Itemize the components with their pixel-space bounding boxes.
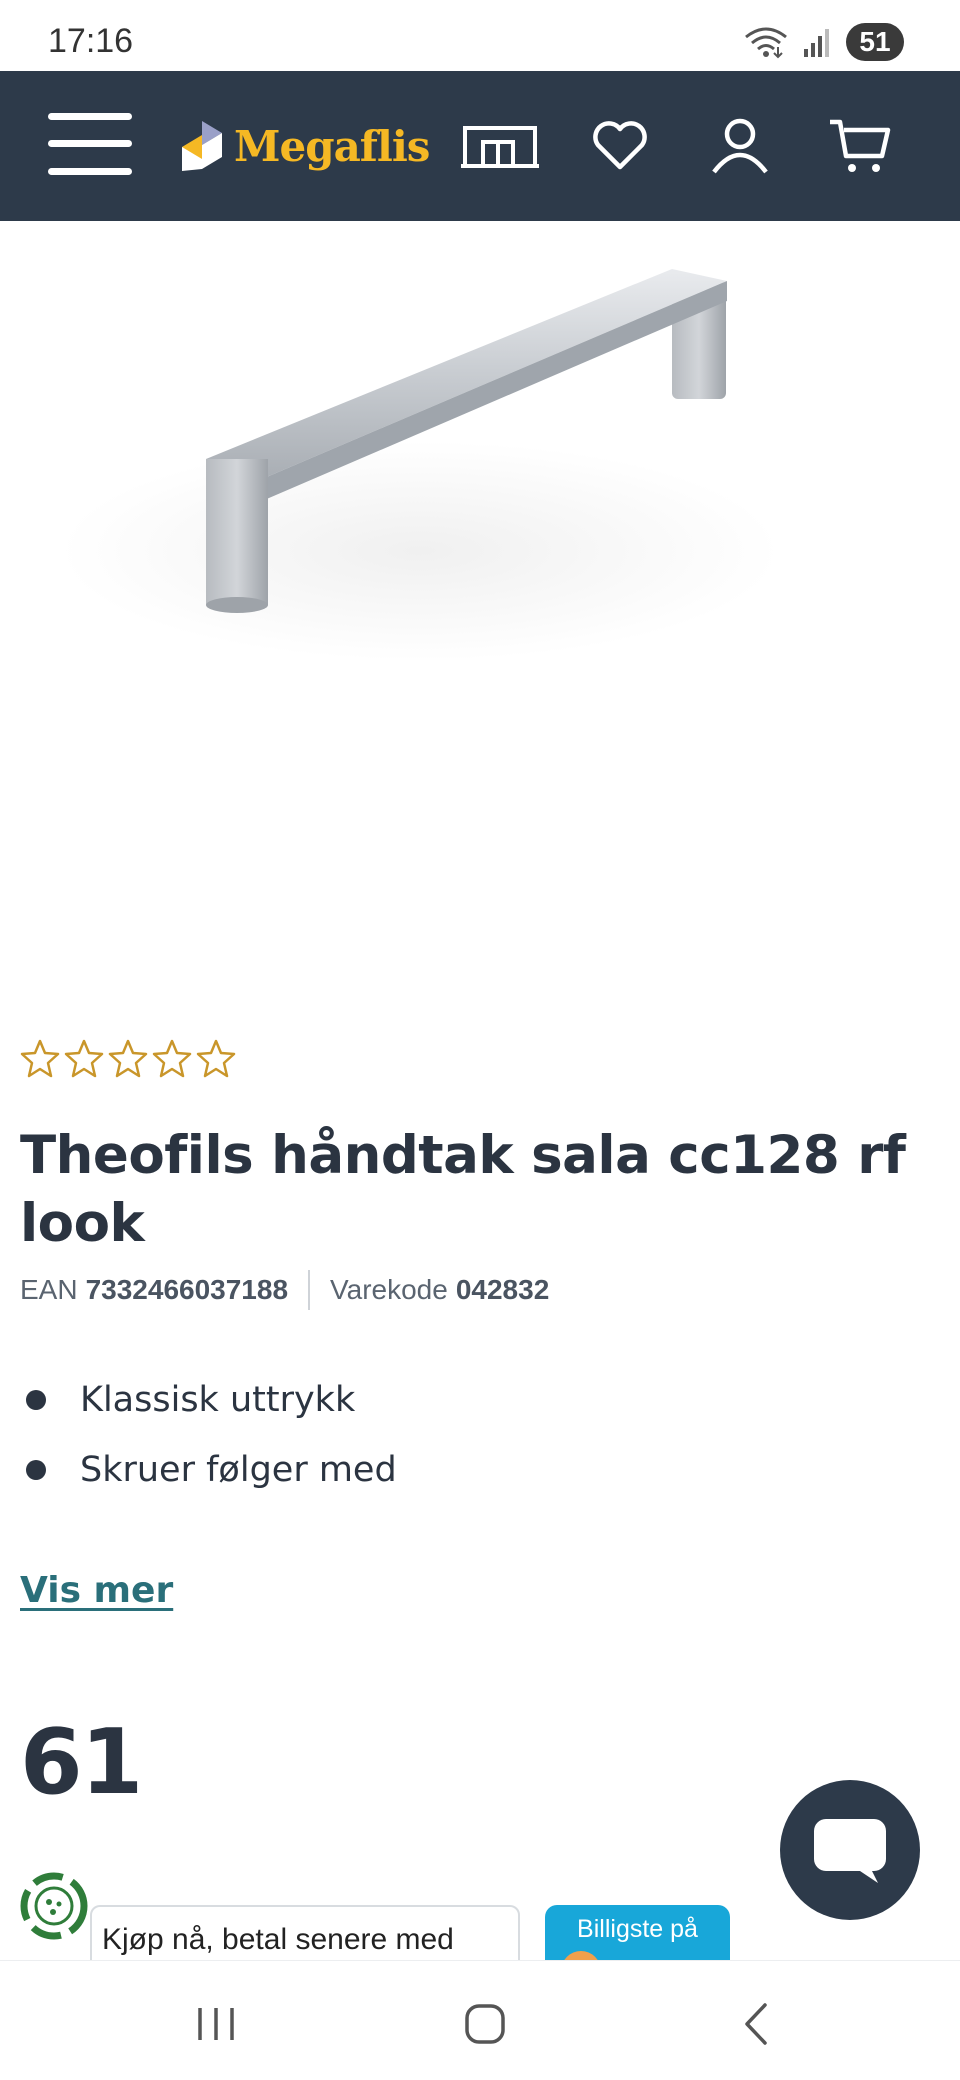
site-header: Megaflis (0, 71, 960, 221)
ean-value: 7332466037188 (85, 1274, 289, 1305)
list-item: Skruer følger med (20, 1435, 397, 1505)
battery-badge: 51 (846, 23, 904, 61)
system-nav-bar (0, 1960, 960, 2080)
cookie-settings-icon[interactable] (18, 1870, 90, 1942)
list-item: Klassisk uttrykk (20, 1365, 397, 1435)
star-icon (108, 1039, 148, 1078)
show-more-link[interactable]: Vis mer (20, 1570, 173, 1611)
user-icon[interactable] (700, 111, 780, 181)
feature-text: Skruer følger med (80, 1450, 397, 1490)
product-image[interactable] (0, 221, 960, 981)
prisjakt-text: Billigste på (577, 1915, 698, 1943)
menu-icon[interactable] (48, 113, 132, 175)
store-icon[interactable] (460, 111, 540, 181)
signal-icon (802, 27, 832, 57)
chat-button[interactable] (780, 1780, 920, 1920)
logo-text: Megaflis (234, 121, 430, 171)
chat-bubble-icon (814, 1819, 886, 1883)
megaflis-logo[interactable]: Megaflis (178, 113, 430, 179)
bullet-icon (26, 1460, 46, 1480)
status-icons: 51 (744, 22, 904, 62)
product-price: 61 (20, 1710, 143, 1815)
logo-mark-icon (178, 117, 226, 175)
product-codes: EAN 7332466037188 Varekode 042832 (20, 1270, 549, 1310)
bullet-icon (26, 1390, 46, 1410)
varekode-value: 042832 (455, 1274, 550, 1305)
product-title: Theofils håndtak sala cc128 rf look (20, 1125, 906, 1254)
divider (308, 1270, 311, 1310)
varekode-label: Varekode (330, 1274, 448, 1305)
star-icon (64, 1039, 104, 1078)
back-icon[interactable] (726, 1999, 786, 2049)
wifi-icon (744, 25, 788, 59)
star-icon (152, 1039, 192, 1078)
heart-icon[interactable] (580, 111, 660, 181)
recent-apps-icon[interactable] (186, 1999, 246, 2049)
home-icon[interactable] (455, 1999, 515, 2049)
feature-list: Klassisk uttrykk Skruer følger med (20, 1365, 397, 1505)
status-time: 17:16 (48, 22, 134, 60)
star-icon (196, 1039, 236, 1078)
klarna-text: Kjøp nå, betal senere med (102, 1923, 454, 1956)
ean-label: EAN (20, 1274, 78, 1305)
feature-text: Klassisk uttrykk (80, 1380, 356, 1420)
rating-stars (20, 1038, 236, 1078)
star-icon (20, 1039, 60, 1078)
status-bar: 17:16 51 (0, 0, 960, 71)
cart-icon[interactable] (820, 111, 900, 181)
